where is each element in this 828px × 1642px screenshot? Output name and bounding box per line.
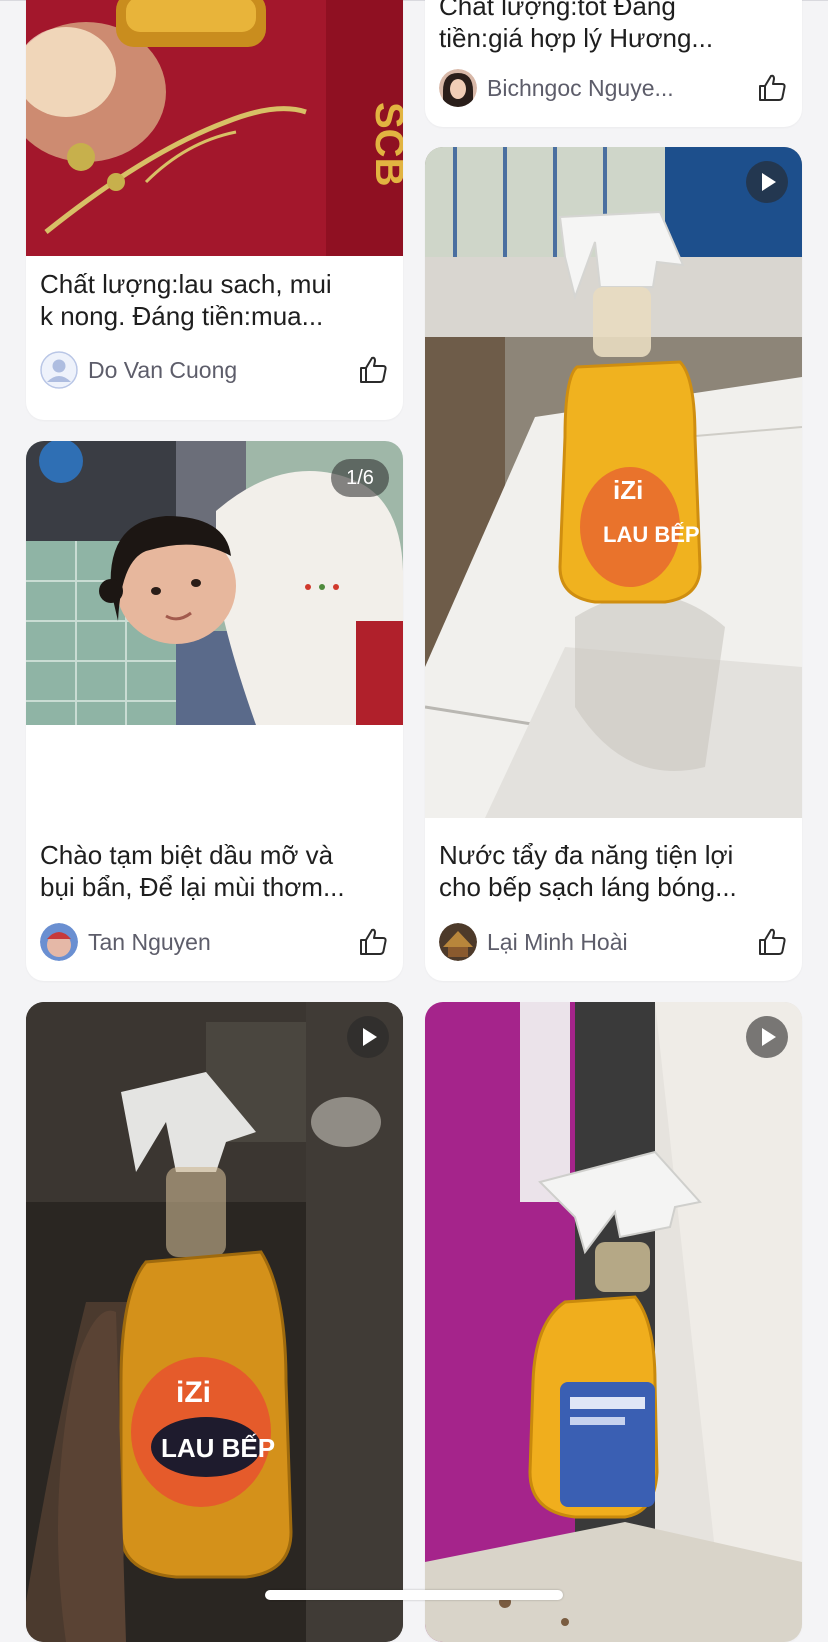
svg-text:iZi: iZi (613, 475, 643, 505)
svg-text:LAU BẾP: LAU BẾP (161, 1433, 275, 1463)
review-card[interactable]: Chất lượng:tốt Đáng tiền:giá hợp lý Hươn… (425, 0, 802, 127)
review-card[interactable] (425, 1002, 802, 1642)
review-card[interactable]: LAU BẾP iZi Nước tẩy đa năng tiện lợi ch… (425, 147, 802, 981)
review-caption: Chất lượng:lau sach, mui k nong. Đáng ti… (40, 269, 332, 331)
author-row: Tan Nguyen (40, 922, 389, 962)
review-video[interactable]: LAU BẾP iZi (425, 147, 802, 818)
author-name[interactable]: Tan Nguyen (88, 929, 357, 956)
review-card[interactable]: LAU BẾP iZi (26, 1002, 403, 1642)
thumbs-up-icon[interactable] (756, 926, 788, 958)
review-caption: Chất lượng:tốt Đáng tiền:giá hợp lý Hươn… (439, 0, 714, 53)
author-name[interactable]: Bichngoc Nguye... (487, 75, 756, 102)
play-icon (762, 173, 776, 191)
review-caption: Chào tạm biệt dầu mỡ và bụi bẩn, Để lại … (40, 840, 345, 902)
author-name[interactable]: Lại Minh Hoài (487, 929, 756, 956)
author-row: Lại Minh Hoài (439, 922, 788, 962)
review-photo[interactable]: 1/6 (26, 441, 403, 725)
play-icon (762, 1028, 776, 1046)
author-row: Do Van Cuong (40, 350, 389, 390)
review-photo[interactable]: SCB (26, 0, 403, 256)
user-photo-avatar (439, 923, 477, 961)
image-counter: 1/6 (331, 459, 389, 497)
author-row: Bichngoc Nguye... (439, 68, 788, 108)
svg-text:LAU BẾP: LAU BẾP (603, 522, 700, 547)
home-indicator[interactable] (265, 1590, 563, 1600)
review-video[interactable]: LAU BẾP iZi (26, 1002, 403, 1642)
svg-text:SCB: SCB (367, 102, 403, 186)
review-card[interactable]: 1/6 Chào tạm biệt dầu mỡ và bụi bẩn, Để … (26, 441, 403, 981)
play-video-button[interactable] (347, 1016, 389, 1058)
default-user-avatar (40, 351, 78, 389)
play-video-button[interactable] (746, 1016, 788, 1058)
review-card[interactable]: SCB Chất lượng:lau sach, mui k nong. Đán… (26, 0, 403, 420)
user-photo-avatar (439, 69, 477, 107)
play-video-button[interactable] (746, 161, 788, 203)
thumbs-up-icon[interactable] (357, 354, 389, 386)
review-caption: Nước tẩy đa năng tiện lợi cho bếp sạch l… (439, 840, 737, 902)
play-icon (363, 1028, 377, 1046)
user-photo-avatar (40, 923, 78, 961)
author-name[interactable]: Do Van Cuong (88, 357, 357, 384)
thumbs-up-icon[interactable] (357, 926, 389, 958)
thumbs-up-icon[interactable] (756, 72, 788, 104)
review-video[interactable] (425, 1002, 802, 1642)
svg-text:iZi: iZi (176, 1376, 211, 1409)
